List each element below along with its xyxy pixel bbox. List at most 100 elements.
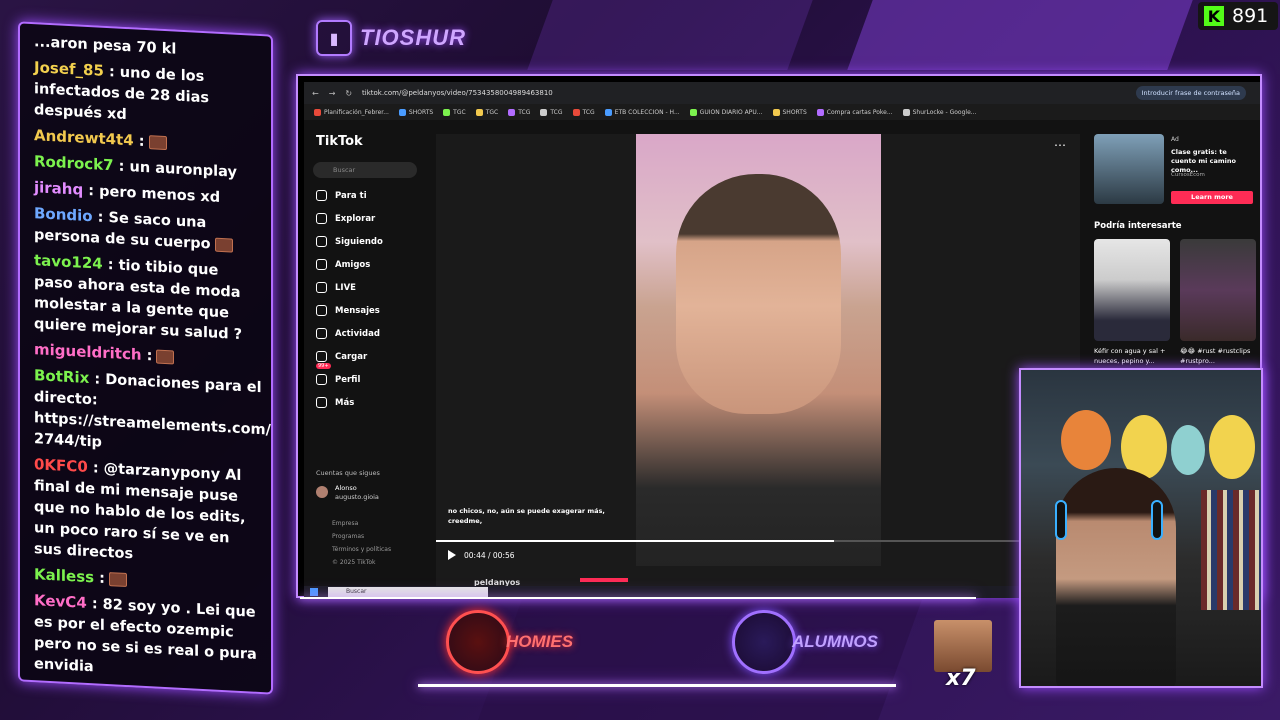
bookmark-item[interactable]: SHORTS bbox=[772, 108, 807, 116]
nav-item[interactable]: Cargar bbox=[316, 351, 367, 362]
chat-username[interactable]: Andrewt4t4 bbox=[34, 126, 134, 149]
suggest-caption-2[interactable]: 😂😂 #rust #rustclips #rustpro... bbox=[1180, 346, 1258, 366]
bookmark-item[interactable]: GUION DIARIO APU... bbox=[689, 108, 763, 116]
nav-item[interactable]: LIVE bbox=[316, 282, 356, 293]
bookmark-item[interactable]: TCG bbox=[508, 108, 531, 116]
address-bar[interactable]: tiktok.com/@peldanyos/video/753435800498… bbox=[362, 86, 1002, 100]
bookmark-label: TCG bbox=[518, 108, 531, 116]
suggest-thumb-2[interactable] bbox=[1180, 239, 1256, 341]
footer-link[interactable]: Empresa bbox=[332, 520, 358, 527]
live-icon bbox=[316, 282, 327, 293]
tiktok-search-input[interactable]: Buscar bbox=[313, 162, 417, 178]
reload-icon[interactable]: ↻ bbox=[345, 89, 352, 98]
footer-link[interactable]: Programas bbox=[332, 533, 364, 540]
twitch-icon: ▮ bbox=[316, 20, 352, 56]
bookmark-label: TGC bbox=[485, 108, 499, 116]
homies-logo: HOMIES bbox=[446, 610, 573, 674]
footer-link[interactable]: Términos y políticas bbox=[332, 546, 391, 553]
bookmark-label: Compra cartas Poke... bbox=[826, 108, 893, 116]
home-icon bbox=[316, 190, 327, 201]
bookmark-item[interactable]: SHORTS bbox=[398, 108, 433, 116]
chat-username[interactable]: Rodrock7 bbox=[34, 152, 114, 174]
following-icon bbox=[316, 236, 327, 247]
nav-label: Más bbox=[335, 397, 355, 408]
nav-item[interactable]: Para ti bbox=[316, 190, 367, 201]
more-options-icon[interactable]: ⋯ bbox=[1054, 138, 1066, 152]
tiktok-logo[interactable]: TikTok bbox=[316, 134, 363, 149]
kick-icon: K bbox=[1204, 6, 1224, 26]
video-controls: 00:44 / 00:56 bbox=[448, 550, 515, 560]
video-time: 00:44 / 00:56 bbox=[464, 550, 515, 560]
following-avatar[interactable] bbox=[316, 486, 328, 498]
bookmark-item[interactable]: TCG bbox=[540, 108, 563, 116]
chat-message: KevC4 : 82 soy yo . Lei que es por el ef… bbox=[34, 590, 262, 687]
nav-item[interactable]: Actividad bbox=[316, 328, 380, 339]
footer-link[interactable]: © 2025 TikTok bbox=[332, 559, 376, 566]
bookmark-icon bbox=[772, 108, 780, 116]
bookmark-item[interactable]: TGC bbox=[475, 108, 499, 116]
charmander-plush bbox=[1061, 410, 1111, 470]
homies-label: HOMIES bbox=[506, 632, 574, 651]
friends-icon bbox=[316, 259, 327, 270]
start-icon[interactable] bbox=[310, 588, 318, 596]
following-user[interactable]: Alonso bbox=[335, 484, 357, 492]
chat-emote bbox=[108, 572, 127, 588]
chat-username[interactable]: Josef_85 bbox=[34, 58, 104, 80]
chat-message: Bondio : Se saco una persona de su cuerp… bbox=[34, 203, 262, 258]
chat-text: : un auronplay bbox=[118, 158, 237, 181]
headphones bbox=[1055, 500, 1067, 540]
forward-icon[interactable]: → bbox=[329, 89, 336, 98]
more-icon bbox=[316, 397, 327, 408]
nav-item[interactable]: Mensajes bbox=[316, 305, 380, 316]
alumnos-logo: ALUMNOS bbox=[732, 610, 878, 674]
chat-panel: ...aron pesa 70 kl Josef_85 : uno de los … bbox=[18, 21, 273, 695]
bookmark-icon bbox=[443, 108, 451, 116]
bookmark-item[interactable]: ShurLocke - Google... bbox=[902, 108, 976, 116]
bookmark-item[interactable]: TCG bbox=[572, 108, 595, 116]
alumnos-label: ALUMNOS bbox=[792, 632, 878, 651]
back-icon[interactable]: ← bbox=[312, 89, 319, 98]
suggest-caption-1[interactable]: Kéfir con agua y sal + nueces, pepino y.… bbox=[1094, 346, 1172, 366]
upload-icon bbox=[316, 351, 327, 362]
taskbar-search[interactable]: Buscar bbox=[328, 587, 488, 597]
bookmark-item[interactable]: Planificación_Febrer... bbox=[314, 108, 389, 116]
video-progress-bar[interactable] bbox=[436, 540, 1080, 542]
video-caption: no chicos, no, aún se puede exagerar más… bbox=[448, 507, 605, 525]
suggest-thumb-1[interactable] bbox=[1094, 239, 1170, 341]
headphones bbox=[1151, 500, 1163, 540]
chat-username[interactable]: 0KFC0 bbox=[34, 455, 88, 476]
ad-thumbnail[interactable] bbox=[1094, 134, 1164, 204]
bookmark-label: SHORTS bbox=[782, 108, 807, 116]
nav-item[interactable]: Amigos bbox=[316, 259, 370, 270]
pikachu-plush-2 bbox=[1209, 415, 1255, 479]
nav-item[interactable]: Perfil bbox=[316, 374, 360, 385]
chat-username[interactable]: jirahq bbox=[34, 178, 83, 199]
chat-username[interactable]: Bondio bbox=[34, 204, 93, 225]
nav-item[interactable]: Siguiendo bbox=[316, 236, 383, 247]
chat-username[interactable]: tavo124 bbox=[34, 251, 103, 273]
squirtle-plush bbox=[1171, 425, 1205, 475]
chat-username[interactable]: BotRix bbox=[34, 366, 89, 387]
bookmark-item[interactable]: Compra cartas Poke... bbox=[816, 108, 893, 116]
nav-item[interactable]: Más bbox=[316, 397, 354, 408]
chat-username[interactable]: Kalless bbox=[34, 565, 94, 586]
follow-bar[interactable] bbox=[580, 578, 628, 582]
ad-learn-more-button[interactable]: Learn more bbox=[1171, 191, 1253, 204]
tiktok-sidebar: TikTok Buscar Para ti Explorar Siguiendo Am… bbox=[304, 120, 436, 590]
ad-title[interactable]: Clase gratis: te cuento mi camino como..… bbox=[1171, 148, 1251, 175]
tiktok-video[interactable] bbox=[636, 134, 881, 566]
bookmark-icon bbox=[604, 108, 612, 116]
chat-username[interactable]: KevC4 bbox=[34, 591, 87, 612]
activity-icon bbox=[316, 328, 327, 339]
chat-text: : @tarzanypony Al final de mi mensaje pu… bbox=[34, 460, 246, 563]
bookmark-item[interactable]: TGC bbox=[443, 108, 466, 116]
chat-username[interactable]: migueldritch bbox=[34, 340, 142, 364]
nav-label: Actividad bbox=[335, 328, 380, 339]
play-icon[interactable] bbox=[448, 550, 456, 560]
nav-label: Amigos bbox=[335, 259, 371, 270]
emote-multiplier: x7 bbox=[946, 666, 976, 691]
nav-label: Mensajes bbox=[335, 305, 380, 316]
nav-item[interactable]: Explorar bbox=[316, 213, 375, 224]
password-phrase-button[interactable]: Introducir frase de contraseña bbox=[1135, 86, 1246, 100]
bookmark-item[interactable]: ETB COLECCION - H... bbox=[604, 108, 680, 116]
